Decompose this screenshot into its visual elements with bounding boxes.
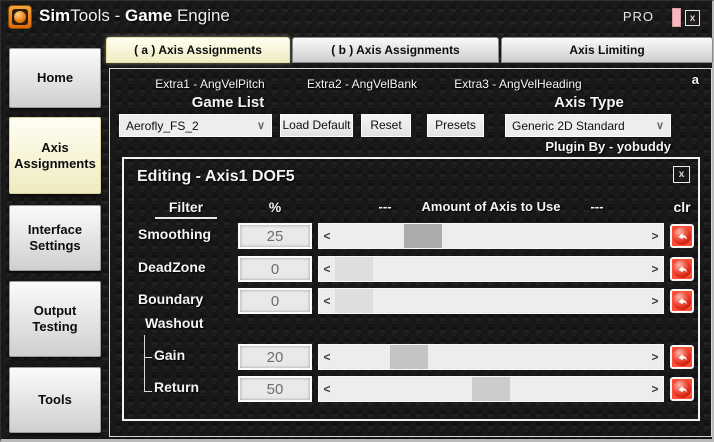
boundary-row: Boundary < > bbox=[124, 288, 698, 314]
game-list-label: Game List bbox=[192, 94, 265, 111]
load-default-button[interactable]: Load Default bbox=[280, 114, 353, 137]
boundary-percent-input[interactable] bbox=[238, 288, 312, 314]
deadzone-percent-input[interactable] bbox=[238, 256, 312, 282]
simtools-window: { "titlebar": { "brand_bold": "Sim", "br… bbox=[0, 0, 714, 442]
undo-arrow-icon bbox=[673, 380, 691, 398]
clear-deadzone-button[interactable] bbox=[670, 257, 694, 281]
filter-column-header: Filter bbox=[132, 199, 240, 219]
dash-left: --- bbox=[379, 199, 392, 214]
sidebar-item-interface-settings[interactable]: Interface Settings bbox=[9, 205, 101, 271]
clear-return-button[interactable] bbox=[670, 377, 694, 401]
slider-right-arrow-icon[interactable]: > bbox=[647, 257, 663, 281]
game-list-select[interactable]: Aerofly_FS_2 ∨ bbox=[119, 114, 272, 137]
tab-axis-assignments-a[interactable]: ( a ) Axis Assignments bbox=[106, 37, 290, 63]
return-percent-input[interactable] bbox=[238, 376, 312, 402]
undo-arrow-icon bbox=[673, 348, 691, 366]
slider-right-arrow-icon[interactable]: > bbox=[647, 224, 663, 248]
title-bar: SimTools - Game Engine PRO x bbox=[1, 1, 712, 33]
sidebar-item-output-testing[interactable]: Output Testing bbox=[9, 281, 101, 357]
axis-amount-text: Amount of Axis to Use bbox=[422, 199, 561, 214]
slider-right-arrow-icon[interactable]: > bbox=[647, 289, 663, 313]
slider-track[interactable] bbox=[335, 224, 647, 248]
panel-corner-tag: a bbox=[692, 72, 699, 87]
sidebar-item-tools[interactable]: Tools bbox=[9, 367, 101, 433]
undo-arrow-icon bbox=[673, 292, 691, 310]
slider-track[interactable] bbox=[335, 257, 647, 281]
extra1-axis-label: Extra1 - AngVelPitch bbox=[155, 77, 264, 91]
smoothing-slider[interactable]: < > bbox=[318, 223, 664, 249]
title-product-bold: Game bbox=[125, 6, 172, 25]
tab-axis-assignments-b[interactable]: ( b ) Axis Assignments bbox=[292, 37, 499, 63]
deadzone-row: DeadZone < > bbox=[124, 256, 698, 282]
slider-thumb[interactable] bbox=[390, 345, 428, 369]
sidebar-item-home[interactable]: Home bbox=[9, 48, 101, 108]
extra3-axis-label: Extra3 - AngVelHeading bbox=[454, 77, 581, 91]
title-separator: - bbox=[110, 6, 125, 25]
undo-arrow-icon bbox=[673, 227, 691, 245]
slider-thumb[interactable] bbox=[472, 377, 510, 401]
window-title: SimTools - Game Engine bbox=[39, 6, 230, 26]
extra2-axis-label: Extra2 - AngVelBank bbox=[307, 77, 417, 91]
chevron-down-icon: ∨ bbox=[656, 119, 664, 132]
percent-column-header: % bbox=[238, 199, 312, 215]
slider-track[interactable] bbox=[335, 345, 647, 369]
title-brand-rest: Tools bbox=[70, 6, 110, 25]
washout-group-label: Washout bbox=[145, 315, 204, 331]
return-label: Return bbox=[154, 379, 199, 395]
clr-column-header: clr bbox=[667, 199, 697, 215]
chevron-down-icon: ∨ bbox=[257, 119, 265, 132]
presets-button[interactable]: Presets bbox=[427, 114, 484, 137]
slider-left-arrow-icon[interactable]: < bbox=[319, 289, 335, 313]
smoothing-percent-input[interactable] bbox=[238, 223, 312, 249]
slider-right-arrow-icon[interactable]: > bbox=[647, 377, 663, 401]
editor-close-button[interactable]: x bbox=[673, 166, 690, 183]
pro-badge: PRO bbox=[623, 9, 654, 24]
deadzone-slider[interactable]: < > bbox=[318, 256, 664, 282]
dash-right: --- bbox=[590, 199, 603, 214]
axis-type-label: Axis Type bbox=[554, 94, 624, 111]
gain-label: Gain bbox=[154, 347, 185, 363]
smoothing-row: Smoothing < > bbox=[124, 223, 698, 249]
slider-left-arrow-icon[interactable]: < bbox=[319, 345, 335, 369]
game-list-selected-value: Aerofly_FS_2 bbox=[126, 119, 253, 133]
axis-type-selected-value: Generic 2D Standard bbox=[512, 119, 652, 133]
slider-track[interactable] bbox=[335, 289, 647, 313]
plugin-by-label: Plugin By - yobuddy bbox=[370, 139, 671, 154]
title-brand-bold: Sim bbox=[39, 6, 70, 25]
boundary-label: Boundary bbox=[138, 291, 203, 307]
undo-arrow-icon bbox=[673, 260, 691, 278]
gain-slider[interactable]: < > bbox=[318, 344, 664, 370]
clear-boundary-button[interactable] bbox=[670, 289, 694, 313]
slider-left-arrow-icon[interactable]: < bbox=[319, 257, 335, 281]
return-row: Return < > bbox=[124, 376, 698, 402]
slider-right-arrow-icon[interactable]: > bbox=[647, 345, 663, 369]
editor-title: Editing - Axis1 DOF5 bbox=[137, 168, 295, 186]
app-logo-icon bbox=[8, 5, 32, 29]
axis-editor-panel: Editing - Axis1 DOF5 x Filter % --- Amou… bbox=[122, 157, 700, 421]
axis-amount-column-header: --- Amount of Axis to Use --- bbox=[318, 199, 664, 214]
deadzone-label: DeadZone bbox=[138, 259, 206, 275]
window-close-button[interactable]: x bbox=[685, 10, 700, 26]
main-panel: a Extra1 - AngVelPitch Extra2 - AngVelBa… bbox=[109, 68, 712, 437]
clear-smoothing-button[interactable] bbox=[670, 224, 694, 248]
slider-left-arrow-icon[interactable]: < bbox=[319, 224, 335, 248]
smoothing-label: Smoothing bbox=[138, 226, 211, 242]
title-product-rest: Engine bbox=[172, 6, 230, 25]
gain-row: Gain < > bbox=[124, 344, 698, 370]
slider-thumb[interactable] bbox=[335, 289, 373, 313]
sidebar-item-axis-assignments[interactable]: Axis Assignments bbox=[9, 117, 101, 194]
axis-type-select[interactable]: Generic 2D Standard ∨ bbox=[505, 114, 671, 137]
slider-thumb[interactable] bbox=[404, 224, 442, 248]
reset-button[interactable]: Reset bbox=[361, 114, 411, 137]
gain-percent-input[interactable] bbox=[238, 344, 312, 370]
tab-axis-limiting[interactable]: Axis Limiting bbox=[501, 37, 713, 63]
return-slider[interactable]: < > bbox=[318, 376, 664, 402]
slider-thumb[interactable] bbox=[335, 257, 373, 281]
clear-gain-button[interactable] bbox=[670, 345, 694, 369]
minimize-button[interactable] bbox=[672, 8, 681, 27]
boundary-slider[interactable]: < > bbox=[318, 288, 664, 314]
slider-track[interactable] bbox=[335, 377, 647, 401]
slider-left-arrow-icon[interactable]: < bbox=[319, 377, 335, 401]
